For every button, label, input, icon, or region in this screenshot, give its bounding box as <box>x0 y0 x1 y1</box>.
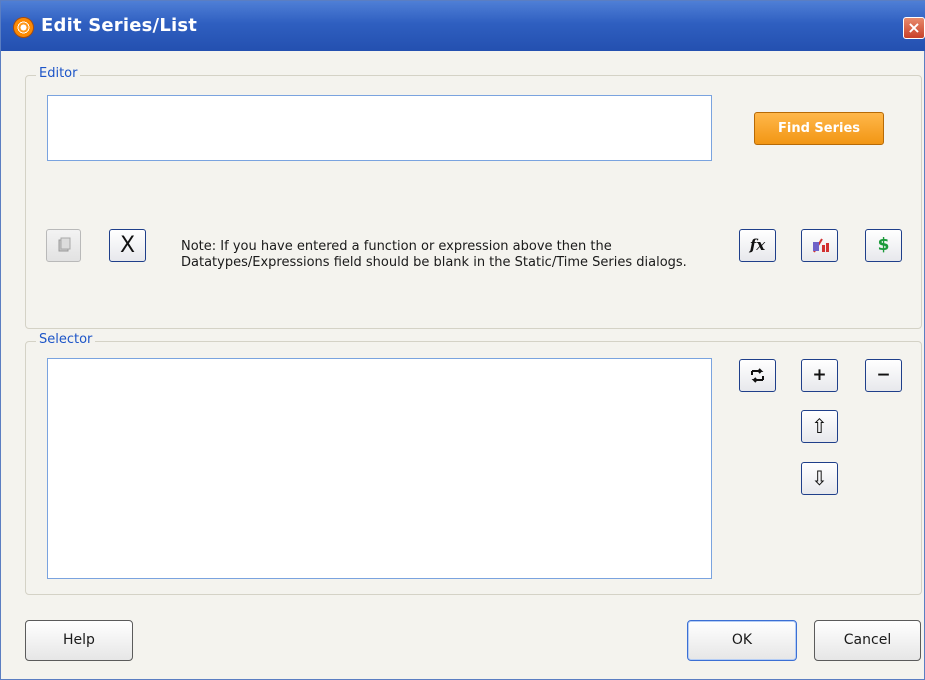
datatype-button[interactable] <box>801 229 838 262</box>
title-bar[interactable]: Edit Series/List × <box>1 1 925 51</box>
window-title: Edit Series/List <box>41 15 198 36</box>
app-logo-icon <box>14 18 33 37</box>
refresh-icon <box>751 368 764 383</box>
function-fx-icon: fx <box>749 236 766 254</box>
move-up-icon: ⇧ <box>811 414 828 438</box>
cancel-button[interactable]: Cancel <box>814 620 921 661</box>
editor-note: Note: If you have entered a function or … <box>181 239 687 270</box>
remove-icon: − <box>876 365 891 385</box>
clear-x-icon: X <box>119 233 136 258</box>
datatype-icon <box>813 238 829 253</box>
copy-button[interactable] <box>46 229 81 262</box>
copy-icon <box>58 237 71 252</box>
clear-button[interactable]: X <box>109 229 146 262</box>
selector-list[interactable] <box>47 358 712 579</box>
move-down-icon: ⇩ <box>811 466 828 490</box>
add-icon: + <box>812 365 827 385</box>
help-button[interactable]: Help <box>25 620 133 661</box>
add-button[interactable]: + <box>801 359 838 392</box>
refresh-button[interactable] <box>739 359 776 392</box>
currency-icon: $ <box>877 235 890 255</box>
find-series-button[interactable]: Find Series <box>754 112 884 145</box>
move-down-button[interactable]: ⇩ <box>801 462 838 495</box>
editor-input[interactable] <box>47 95 712 161</box>
edit-series-dialog: Edit Series/List × Editor Find Series X … <box>0 0 925 680</box>
selector-group-label: Selector <box>36 332 96 347</box>
editor-group-label: Editor <box>36 66 81 81</box>
move-up-button[interactable]: ⇧ <box>801 410 838 443</box>
ok-button[interactable]: OK <box>687 620 797 661</box>
remove-button[interactable]: − <box>865 359 902 392</box>
function-button[interactable]: fx <box>739 229 776 262</box>
currency-button[interactable]: $ <box>865 229 902 262</box>
close-button[interactable]: × <box>903 17 925 39</box>
